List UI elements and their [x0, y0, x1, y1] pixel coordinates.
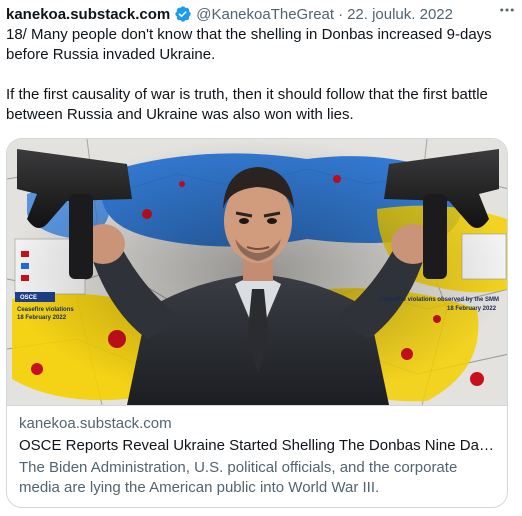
tweet-text: 18/ Many people don't know that the shel… [6, 26, 492, 123]
more-horizontal-icon[interactable] [496, 0, 518, 20]
card-title[interactable]: OSCE Reports Reveal Ukraine Started Shel… [19, 436, 497, 456]
link-card[interactable]: OSCE Ceasefire violations 18 February 20… [6, 138, 508, 508]
verified-badge-icon [174, 5, 192, 23]
image-right-date: 18 February 2022 [447, 306, 497, 312]
author-name[interactable]: kanekoa.substack.com [6, 6, 170, 23]
image-left-date: 18 February 2022 [17, 315, 67, 321]
image-left-caption: Ceasefire violations [17, 307, 74, 313]
card-image[interactable]: OSCE Ceasefire violations 18 February 20… [7, 139, 507, 405]
card-meta[interactable]: kanekoa.substack.com OSCE Reports Reveal… [7, 405, 507, 507]
image-osce-logo: OSCE [20, 295, 38, 301]
card-description: The Biden Administration, U.S. political… [19, 459, 458, 496]
image-right-caption: Ceasefire violations observed by the SMM [379, 297, 500, 303]
tweet-date[interactable]: 22. jouluk. 2022 [347, 6, 453, 23]
tweet[interactable]: kanekoa.substack.com @KanekoaTheGreat · … [0, 0, 522, 516]
author-handle[interactable]: @KanekoaTheGreat [196, 6, 334, 23]
card-domain: kanekoa.substack.com [19, 415, 172, 432]
separator-dot: · [338, 5, 344, 23]
tweet-header: kanekoa.substack.com @KanekoaTheGreat · … [6, 4, 516, 24]
